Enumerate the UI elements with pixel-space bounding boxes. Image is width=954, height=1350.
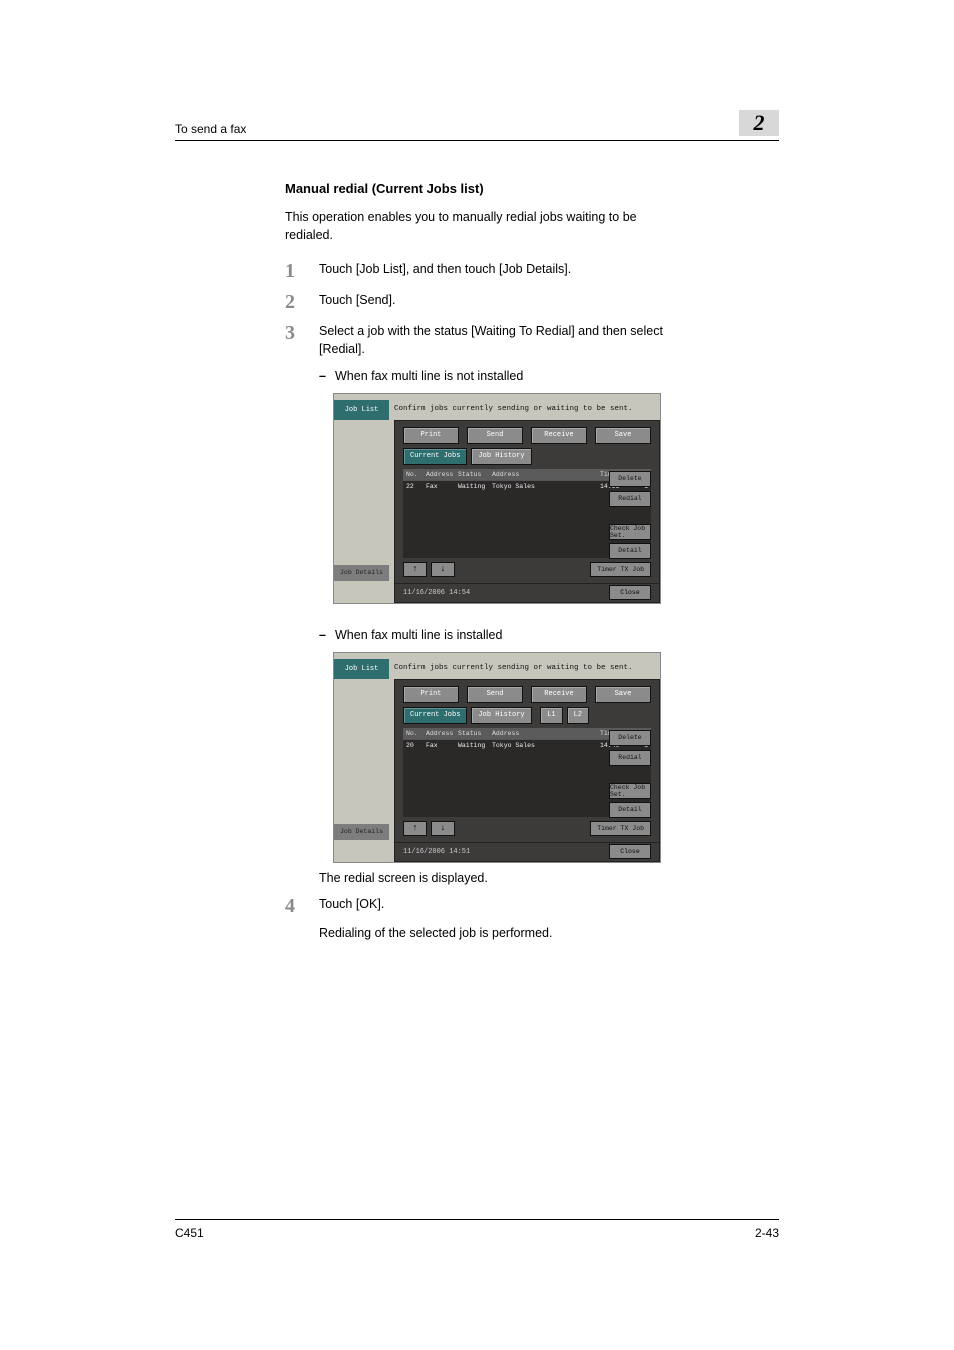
panel-datetime: 11/16/2006 14:51 [403,848,470,856]
joblist-label: Job List [345,665,379,673]
screenshot-panel-2: Job List Job Details Confirm jobs curren… [333,652,661,863]
job-history-subtab[interactable]: Job History [471,707,531,724]
detail-button[interactable]: Detail [609,543,651,559]
td-address: Tokyo Sales [489,483,597,490]
step-3-text: Select a job with the status [Waiting To… [319,322,679,358]
th-no: No. [403,730,423,737]
jobdetails-label: Job Details [340,828,383,835]
th-no: No. [403,471,423,478]
arrow-down-button[interactable]: ↓ [431,821,455,836]
jobdetails-label: Job Details [340,569,383,576]
substep-3a-text: When fax multi line is not installed [335,369,523,383]
panel-message: Confirm jobs currently sending or waitin… [394,394,660,420]
step-2-text: Touch [Send]. [319,291,395,309]
print-tab[interactable]: Print [403,686,459,703]
th-address: Address [489,471,597,478]
jobdetails-side-tab[interactable]: Job Details [334,824,389,840]
section-intro: This operation enables you to manually r… [285,208,679,244]
arrow-down-button[interactable]: ↓ [431,562,455,577]
running-header: To send a fax [175,122,246,136]
th-address: Address [489,730,597,737]
redial-button[interactable]: Redial [609,491,651,507]
close-button[interactable]: Close [609,844,651,859]
td-no: 20 [403,742,423,749]
save-tab[interactable]: Save [595,427,651,444]
th-type: Address Type [423,471,455,478]
step-1-number: 1 [285,260,319,281]
timer-tx-job-button[interactable]: Timer TX Job [590,821,651,836]
substep-dash: – [319,369,335,383]
detail-button[interactable]: Detail [609,802,651,818]
check-job-set-button[interactable]: Check Job Set. [609,524,651,540]
job-history-subtab[interactable]: Job History [471,448,531,465]
joblist-side-tab[interactable]: Job List [334,400,389,420]
chapter-number: 2 [754,110,765,136]
panel-message: Confirm jobs currently sending or waitin… [394,653,660,679]
step-4-text: Touch [OK]. [319,895,384,913]
save-tab[interactable]: Save [595,686,651,703]
td-status: Waiting To Redial [455,483,489,490]
jobdetails-side-tab[interactable]: Job Details [334,565,389,581]
redial-button[interactable]: Redial [609,750,651,766]
footer-model: C451 [175,1226,204,1240]
close-button[interactable]: Close [609,585,651,600]
td-no: 22 [403,483,423,490]
footer-page-number: 2-43 [755,1226,779,1240]
send-tab[interactable]: Send [467,686,523,703]
delete-button[interactable]: Delete [609,471,651,487]
th-status: Status [455,471,489,478]
step-4-result: Redialing of the selected job is perform… [319,926,679,940]
step-3-result: The redial screen is displayed. [319,871,679,885]
td-address: Tokyo Sales [489,742,597,749]
joblist-side-tab[interactable]: Job List [334,659,389,679]
check-job-set-button[interactable]: Check Job Set. [609,783,651,799]
td-type: Fax [423,742,455,749]
td-type: Fax [423,483,455,490]
line-l1-button[interactable]: L1 [540,707,562,724]
send-tab[interactable]: Send [467,427,523,444]
current-jobs-subtab[interactable]: Current Jobs [403,448,467,465]
section-heading: Manual redial (Current Jobs list) [285,181,679,196]
th-status: Status [455,730,489,737]
step-1-text: Touch [Job List], and then touch [Job De… [319,260,571,278]
panel-datetime: 11/16/2006 14:54 [403,589,470,597]
step-3-number: 3 [285,322,319,343]
arrow-up-button[interactable]: ↑ [403,821,427,836]
th-type: Address Type [423,730,455,737]
joblist-label: Job List [345,406,379,414]
receive-tab[interactable]: Receive [531,686,587,703]
step-2-number: 2 [285,291,319,312]
substep-dash: – [319,628,335,642]
arrow-up-button[interactable]: ↑ [403,562,427,577]
current-jobs-subtab[interactable]: Current Jobs [403,707,467,724]
chapter-tab: 2 [739,110,779,136]
substep-3b-text: When fax multi line is installed [335,628,502,642]
print-tab[interactable]: Print [403,427,459,444]
receive-tab[interactable]: Receive [531,427,587,444]
screenshot-panel-1: Job List Job Details Confirm jobs curren… [333,393,661,604]
line-l2-button[interactable]: L2 [567,707,589,724]
step-4-number: 4 [285,895,319,916]
delete-button[interactable]: Delete [609,730,651,746]
td-status: Waiting To Redial [455,742,489,749]
timer-tx-job-button[interactable]: Timer TX Job [590,562,651,577]
